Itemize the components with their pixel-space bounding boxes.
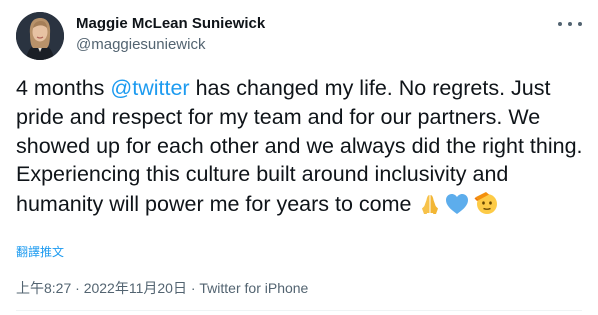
tweet-date[interactable]: 2022年11月20日 [84,280,187,296]
folded-hands-icon [419,193,441,223]
avatar-image [16,12,64,60]
author-avatar[interactable] [16,12,64,60]
author-handle[interactable]: @maggiesuniewick [76,35,265,54]
author-info[interactable]: Maggie McLean Suniewick @maggiesuniewick [76,14,265,54]
meta-separator: · [186,280,200,296]
tweet-time[interactable]: 上午8:27 [16,280,71,296]
mention-link[interactable]: @twitter [110,76,189,100]
tweet: Maggie McLean Suniewick @maggiesuniewick… [0,0,598,315]
divider [16,310,582,311]
blue-heart-icon [445,193,469,223]
tweet-source[interactable]: Twitter for iPhone [199,280,308,296]
tweet-text-start: 4 months [16,76,111,100]
translate-tweet-link[interactable]: 翻譯推文 [16,245,64,260]
author-display-name[interactable]: Maggie McLean Suniewick [76,14,265,33]
more-options-icon[interactable] [558,15,582,33]
meta-separator: · [71,280,84,296]
saluting-face-icon [473,189,499,223]
tweet-text: 4 months @twitter has changed my life. N… [16,74,586,223]
tweet-metadata: 上午8:27 · 2022年11月20日 · Twitter for iPhon… [16,279,308,297]
